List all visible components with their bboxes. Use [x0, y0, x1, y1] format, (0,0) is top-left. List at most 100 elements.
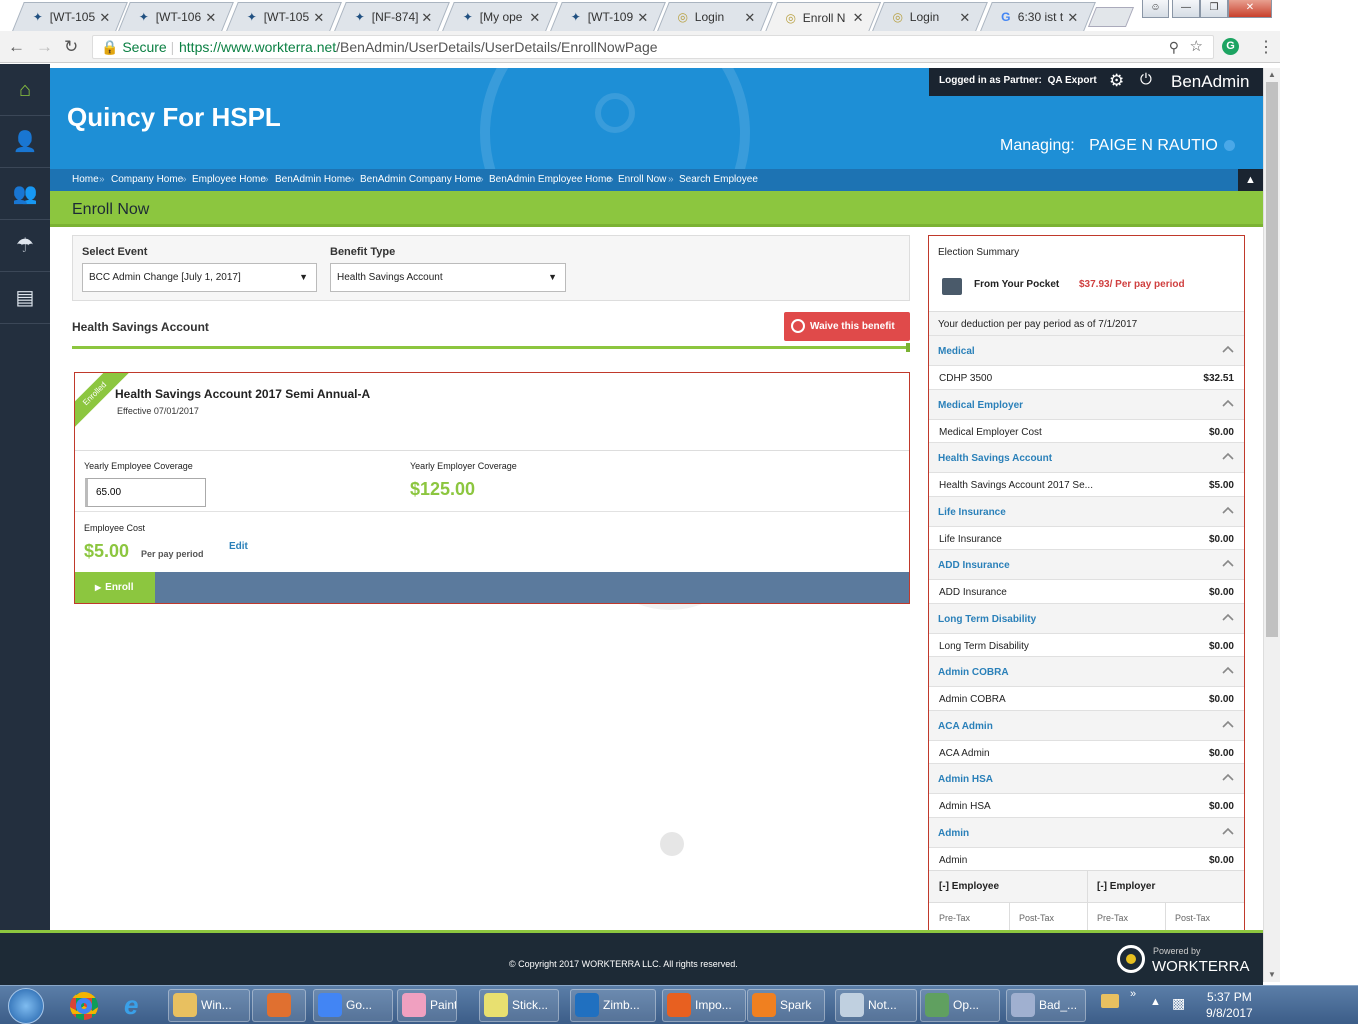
taskbar-item-4[interactable]: Stick... [479, 989, 559, 1022]
internet-explorer-icon[interactable]: e [124, 990, 138, 1021]
tray-folder-icon[interactable] [1101, 994, 1119, 1008]
employer-toggle[interactable]: [-] Employer [1097, 881, 1155, 892]
chevron-up-icon[interactable] [1220, 395, 1236, 411]
breadcrumb-enroll-now[interactable]: Enroll Now [618, 174, 666, 185]
tab-4[interactable]: ✦ [NF-874] ✕ [334, 2, 450, 31]
summary-group-medical-employer[interactable]: Medical Employer [929, 388, 1244, 420]
close-tab-icon[interactable]: ✕ [99, 10, 110, 26]
chevron-up-icon[interactable] [1220, 555, 1236, 571]
waive-benefit-button[interactable]: Waive this benefit [784, 312, 910, 341]
tab-3[interactable]: ✦ [WT-105 ✕ [226, 2, 342, 31]
tab-8[interactable]: ◎ Enroll N ✕ [764, 2, 882, 32]
user-profile-button[interactable]: ☺ [1142, 0, 1169, 18]
chevron-up-icon[interactable] [1220, 662, 1236, 678]
close-tab-icon[interactable]: ✕ [1067, 10, 1078, 26]
breadcrumb-benadmin-employee-home[interactable]: BenAdmin Employee Home [489, 174, 612, 185]
chevron-up-icon[interactable] [1220, 716, 1236, 732]
close-tab-icon[interactable]: ✕ [959, 10, 970, 26]
sidebar-employees-icon[interactable]: 👥 [0, 168, 50, 220]
taskbar-item-2[interactable]: Go... [313, 989, 393, 1022]
collapse-header-chevron-icon[interactable]: ▲ [1238, 169, 1263, 191]
taskbar-item-6[interactable]: Impo... [662, 989, 746, 1022]
minimize-button[interactable]: — [1172, 0, 1200, 18]
chevron-up-icon[interactable] [1220, 502, 1236, 518]
tab-10[interactable]: G 6:30 ist t ✕ [980, 2, 1096, 31]
taskbar-item-8[interactable]: Not... [835, 989, 917, 1022]
sidebar-reports-chart-icon[interactable]: ▤ [0, 272, 50, 324]
taskbar-item-10[interactable]: Bad_... [1006, 989, 1086, 1022]
start-button[interactable] [8, 988, 44, 1024]
breadcrumb-home[interactable]: Home [72, 174, 99, 185]
page-scrollbar[interactable]: ▲ ▼ [1263, 68, 1280, 982]
sidebar-home-icon[interactable]: ⌂ [0, 64, 50, 116]
scroll-up-arrow-icon[interactable]: ▲ [1268, 70, 1276, 79]
summary-group-admin-hsa[interactable]: Admin HSA [929, 763, 1244, 794]
chrome-pinned-icon[interactable] [70, 992, 98, 1020]
maximize-button[interactable]: ❐ [1200, 0, 1228, 18]
enroll-button[interactable]: ▶ Enroll [75, 572, 155, 603]
summary-group-health-savings-account[interactable]: Health Savings Account [929, 442, 1244, 473]
tray-up-arrow-icon[interactable]: ▲ [1150, 996, 1161, 1008]
breadcrumb-benadmin-home[interactable]: BenAdmin Home [275, 174, 351, 185]
breadcrumb-search-employee[interactable]: Search Employee [679, 174, 758, 185]
tab-9[interactable]: ◎ Login ✕ [872, 2, 988, 31]
summary-group-life-insurance[interactable]: Life Insurance [929, 495, 1244, 527]
close-tab-icon[interactable]: ✕ [744, 10, 755, 26]
tab-7[interactable]: ◎ Login ✕ [657, 2, 773, 31]
taskbar-item-5[interactable]: Zimb... [570, 989, 656, 1022]
select-event-dropdown[interactable]: BCC Admin Change [July 1, 2017] ▼ [82, 263, 317, 292]
chevron-up-icon[interactable] [1220, 448, 1236, 464]
taskbar-item-3[interactable]: Paint [397, 989, 457, 1022]
bookmark-star-icon[interactable]: ☆ [1190, 36, 1203, 58]
new-tab-button[interactable] [1087, 7, 1135, 27]
close-tab-icon[interactable]: ✕ [637, 10, 648, 26]
reload-icon[interactable]: ↻ [64, 37, 78, 57]
breadcrumb-benadmin-company-home[interactable]: BenAdmin Company Home [360, 174, 481, 185]
edit-cost-link[interactable]: Edit [229, 541, 248, 552]
extension-icon[interactable]: G [1222, 38, 1239, 55]
settings-gear-icon[interactable]: ⚙ [1109, 71, 1124, 91]
summary-group-long-term-disability[interactable]: Long Term Disability [929, 602, 1244, 634]
summary-group-admin-cobra[interactable]: Admin COBRA [929, 656, 1244, 687]
tab-2[interactable]: ✦ [WT-106 ✕ [118, 2, 234, 31]
employee-toggle[interactable]: [-] Employee [939, 881, 999, 892]
taskbar-item-7[interactable]: Spark [747, 989, 825, 1022]
clock-time[interactable]: 5:37 PM [1207, 990, 1252, 1004]
back-icon[interactable]: ← [8, 37, 25, 57]
url-field[interactable]: 🔒 Secure | https://www.workterra.net/Ben… [92, 35, 1214, 59]
logout-power-icon[interactable]: ⏻ [1140, 71, 1152, 88]
secure-indicator[interactable]: 🔒 Secure | [101, 36, 174, 58]
benefit-type-dropdown[interactable]: Health Savings Account ▼ [330, 263, 566, 292]
tab-6[interactable]: ✦ [WT-109 ✕ [550, 2, 666, 31]
tab-1[interactable]: ✦ [WT-105 ✕ [12, 2, 128, 31]
sidebar-employee-icon[interactable]: 👤 [0, 116, 50, 168]
close-tab-icon[interactable]: ✕ [313, 10, 324, 26]
summary-group-admin[interactable]: Admin [929, 816, 1244, 848]
info-icon[interactable] [1224, 140, 1236, 152]
scroll-down-arrow-icon[interactable]: ▼ [1268, 970, 1276, 979]
close-tab-icon[interactable]: ✕ [529, 10, 540, 26]
chevron-up-icon[interactable] [1220, 769, 1236, 785]
taskbar-item-1[interactable]: Win... [168, 989, 250, 1022]
breadcrumb-company-home[interactable]: Company Home [111, 174, 183, 185]
scrollbar-thumb[interactable] [1266, 82, 1278, 637]
zoom-icon[interactable]: ⚲ [1169, 36, 1179, 58]
summary-group-aca-admin[interactable]: ACA Admin [929, 709, 1244, 741]
summary-group-medical[interactable]: Medical [929, 335, 1244, 366]
close-tab-icon[interactable]: ✕ [853, 10, 864, 26]
taskbar-item-9[interactable]: Op... [920, 989, 1000, 1022]
network-icon[interactable]: ▩ [1172, 995, 1185, 1012]
chevron-up-icon[interactable] [1220, 823, 1236, 839]
chevron-up-icon[interactable] [1220, 609, 1236, 625]
close-tab-icon[interactable]: ✕ [421, 10, 432, 26]
managing-employee-name[interactable]: PAIGE N RAUTIO [1089, 137, 1218, 154]
browser-menu-icon[interactable]: ⋮ [1258, 37, 1274, 57]
clock-date[interactable]: 9/8/2017 [1206, 1006, 1253, 1020]
tab-5[interactable]: ✦ [My ope ✕ [442, 2, 558, 31]
sidebar-benefits-umbrella-icon[interactable]: ☂ [0, 220, 50, 272]
close-window-button[interactable]: ✕ [1228, 0, 1272, 18]
chevron-up-icon[interactable] [1220, 341, 1236, 357]
forward-icon[interactable]: → [36, 37, 53, 57]
close-tab-icon[interactable]: ✕ [205, 10, 216, 26]
breadcrumb-employee-home[interactable]: Employee Home [192, 174, 266, 185]
